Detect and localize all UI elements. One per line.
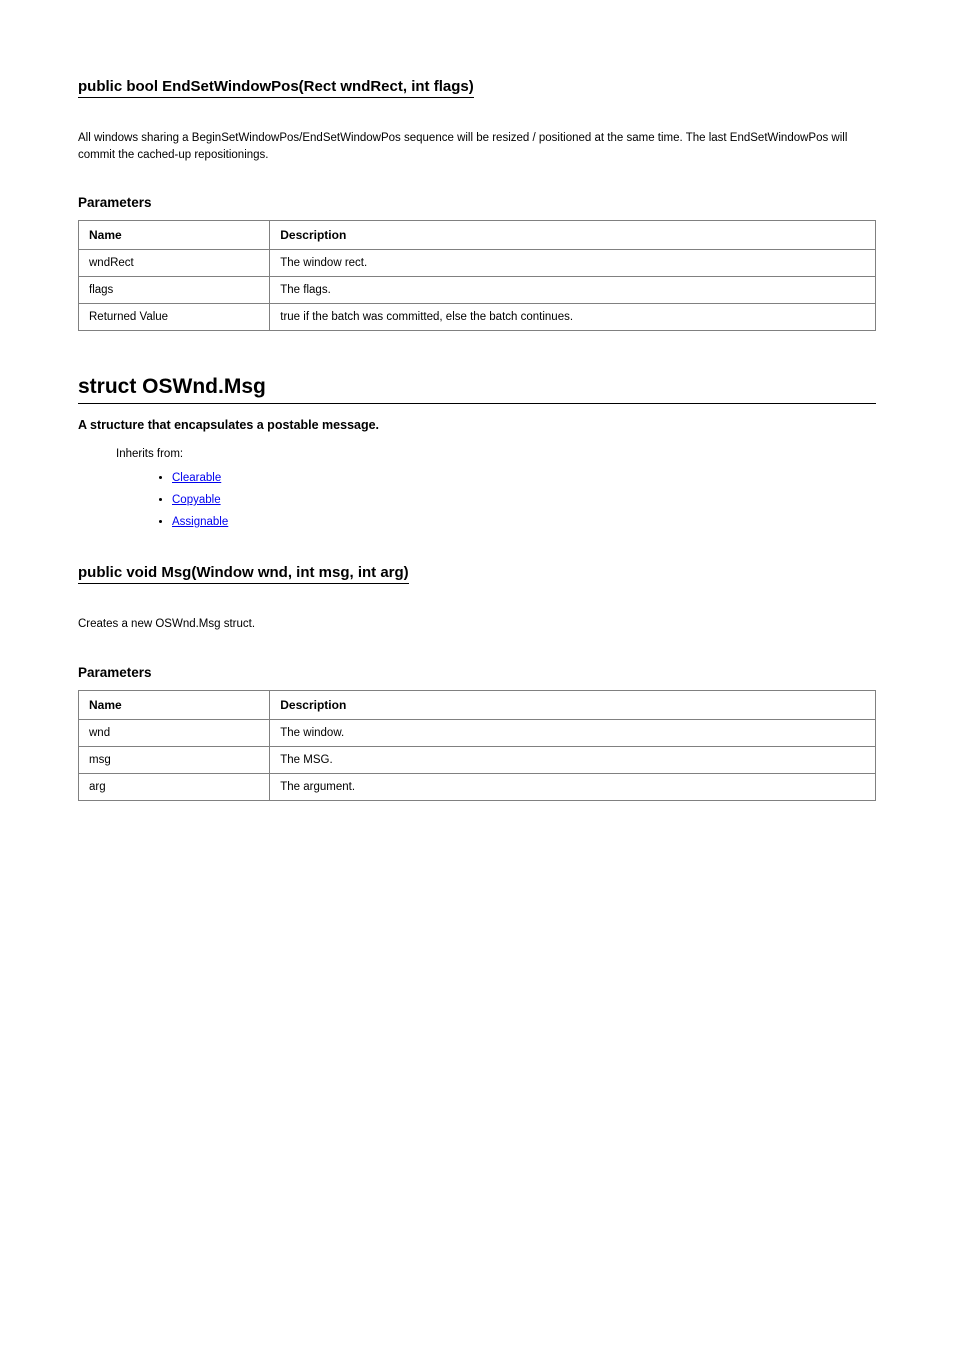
method-notes: All windows sharing a BeginSetWindowPos/…	[78, 130, 876, 163]
method-signature: public bool EndSetWindowPos(Rect wndRect…	[78, 78, 474, 98]
table-cell: flags	[79, 277, 270, 304]
table-header-name: Name	[79, 690, 270, 719]
table-cell: wndRect	[79, 250, 270, 277]
table-cell: arg	[79, 773, 270, 800]
list-item: Clearable	[172, 468, 876, 490]
table-row: msgThe MSG.	[79, 746, 876, 773]
method-notes: Creates a new OSWnd.Msg struct.	[78, 616, 876, 633]
table-cell: The MSG.	[270, 746, 876, 773]
table-cell: wnd	[79, 719, 270, 746]
table-row: wndThe window.	[79, 719, 876, 746]
table-cell: msg	[79, 746, 270, 773]
parameters-table: Name Description wndRectThe window rect.…	[78, 220, 876, 331]
method-signature: public void Msg(Window wnd, int msg, int…	[78, 564, 409, 584]
table-cell: Returned Value	[79, 304, 270, 331]
table-row: Returned Valuetrue if the batch was comm…	[79, 304, 876, 331]
table-cell: true if the batch was committed, else th…	[270, 304, 876, 331]
inherit-link[interactable]: Clearable	[172, 472, 221, 484]
parameters-heading: Parameters	[78, 665, 876, 680]
struct-title: struct OSWnd.Msg	[78, 375, 876, 404]
table-cell: The argument.	[270, 773, 876, 800]
table-header-desc: Description	[270, 690, 876, 719]
table-header-name: Name	[79, 221, 270, 250]
list-item: Copyable	[172, 490, 876, 512]
inherit-link[interactable]: Copyable	[172, 494, 221, 506]
table-header-desc: Description	[270, 221, 876, 250]
parameters-heading: Parameters	[78, 195, 876, 210]
table-cell: The flags.	[270, 277, 876, 304]
list-item: Assignable	[172, 512, 876, 534]
table-row: argThe argument.	[79, 773, 876, 800]
inherit-link[interactable]: Assignable	[172, 516, 228, 528]
table-row: wndRectThe window rect.	[79, 250, 876, 277]
table-row: flagsThe flags.	[79, 277, 876, 304]
table-cell: The window.	[270, 719, 876, 746]
struct-subtitle: A structure that encapsulates a postable…	[78, 418, 876, 432]
inherits-label: Inherits from:	[116, 448, 876, 460]
parameters-table: Name Description wndThe window.msgThe MS…	[78, 690, 876, 801]
table-cell: The window rect.	[270, 250, 876, 277]
